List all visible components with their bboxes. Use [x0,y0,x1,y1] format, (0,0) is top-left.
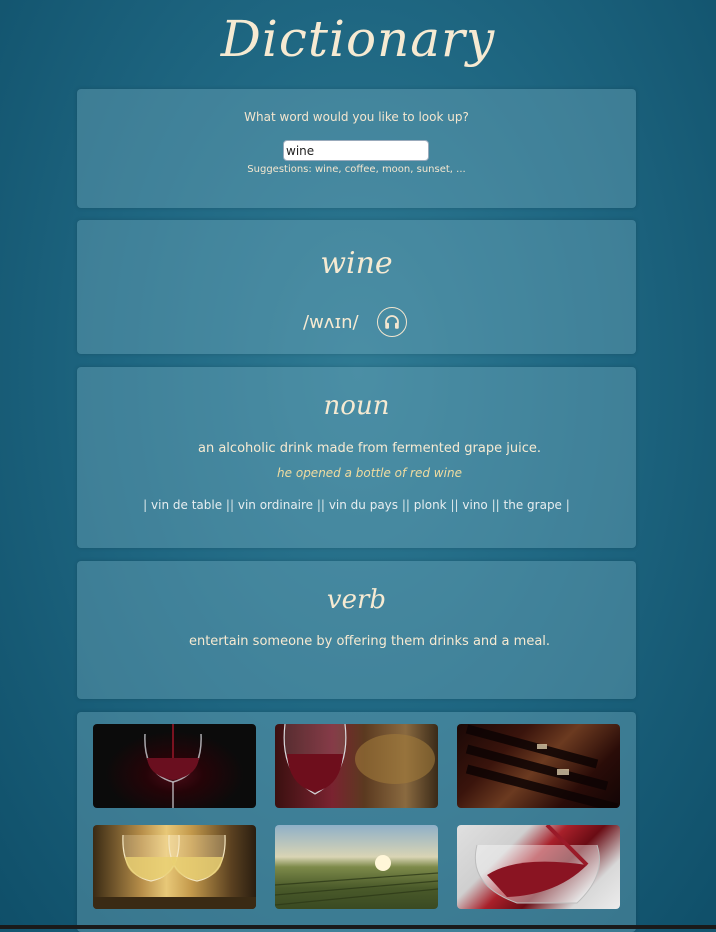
word-panel: wine /wʌɪn/ [77,220,636,354]
wine-image-3[interactable] [457,724,620,808]
suggestion-wine[interactable]: wine [315,164,338,175]
suggestion-coffee[interactable]: coffee [345,164,376,175]
image-gallery [77,712,636,932]
suggestion-more[interactable]: ... [456,164,466,175]
play-audio-button[interactable] [377,307,407,337]
synonym-vin-de-table[interactable]: vin de table [151,498,222,512]
suggestions: Suggestions: wine, coffee, moon, sunset,… [247,164,466,175]
synonym-vin-du-pays[interactable]: vin du pays [329,498,398,512]
headword: wine [320,246,393,281]
pronunciation: /wʌɪn/ [303,312,359,333]
pronunciation-row: /wʌɪn/ [77,307,636,340]
noun-example: he opened a bottle of red wine [277,466,462,480]
wine-image-1[interactable] [93,724,256,808]
suggestions-label: Suggestions: [247,164,312,175]
wine-image-2[interactable] [275,724,438,808]
verb-panel: verb entertain someone by offering them … [77,561,636,699]
synonyms-list: | vin de table || vin ordinaire || vin d… [143,498,570,512]
synonym-vin-ordinaire[interactable]: vin ordinaire [238,498,313,512]
noun-definition: an alcoholic drink made from fermented g… [198,441,541,456]
suggestion-moon[interactable]: moon [382,164,410,175]
suggestion-sunset[interactable]: sunset [417,164,450,175]
wine-image-6[interactable] [457,825,620,909]
headphones-icon [385,315,399,329]
part-of-speech-noun: noun [323,391,390,421]
part-of-speech-verb: verb [326,585,387,615]
search-prompt: What word would you like to look up? [244,110,469,124]
search-panel: What word would you like to look up? Sug… [77,89,636,208]
bottom-bar [0,925,716,929]
verb-definition: entertain someone by offering them drink… [188,634,551,649]
synonym-the-grape[interactable]: the grape [504,498,562,512]
app-title: Dictionary [220,10,496,68]
search-input[interactable] [283,140,429,161]
wine-image-4[interactable] [93,825,256,909]
noun-panel: noun an alcoholic drink made from fermen… [77,367,636,548]
wine-image-5[interactable] [275,825,438,909]
synonym-plonk[interactable]: plonk [414,498,447,512]
synonym-vino[interactable]: vino [462,498,487,512]
